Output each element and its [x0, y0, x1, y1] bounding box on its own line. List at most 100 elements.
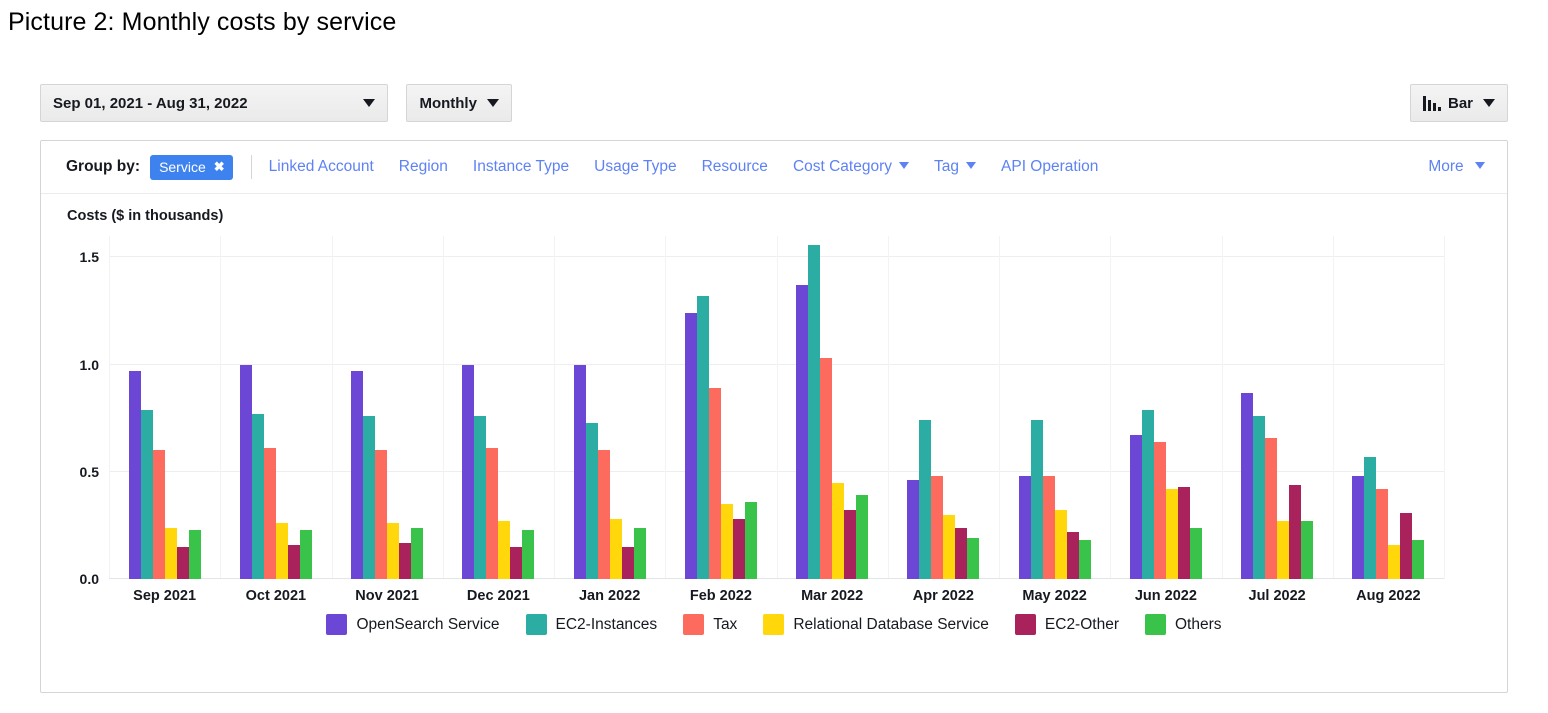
bar[interactable] [1364, 456, 1377, 579]
bar[interactable] [832, 482, 845, 579]
bar[interactable] [955, 527, 968, 579]
bar[interactable] [1253, 416, 1266, 579]
bar[interactable] [251, 413, 264, 579]
bar[interactable] [696, 296, 709, 579]
bar[interactable] [1277, 521, 1290, 579]
bar[interactable] [621, 546, 634, 579]
legend-item[interactable]: Tax [683, 614, 737, 635]
bar-chart: 0.0 0.5 1.0 1.5 Sep 2021 Oct 2021 Nov 2021 Dec… [80, 236, 1445, 604]
bar[interactable] [708, 388, 721, 579]
bar[interactable] [597, 450, 610, 579]
bar[interactable] [1129, 435, 1142, 579]
legend-item[interactable]: EC2-Other [1014, 614, 1119, 635]
page-title: Picture 2: Monthly costs by service [8, 8, 397, 36]
bar[interactable] [1265, 437, 1278, 579]
bar[interactable] [152, 450, 165, 579]
bar[interactable] [287, 544, 300, 579]
group-by-option[interactable]: API Operation [1001, 158, 1098, 175]
bar[interactable] [633, 527, 646, 579]
bar[interactable] [140, 409, 153, 579]
bar[interactable] [1153, 441, 1166, 579]
bar[interactable] [176, 546, 189, 579]
group-by-option[interactable]: Resource [702, 158, 768, 175]
bar[interactable] [796, 285, 809, 579]
bar[interactable] [1030, 420, 1043, 579]
bar[interactable] [128, 371, 141, 579]
group-by-chip-service[interactable]: Service ✖ [150, 154, 233, 180]
bar[interactable] [375, 450, 388, 579]
bar[interactable] [820, 358, 833, 579]
granularity-selector[interactable]: Monthly [406, 84, 512, 122]
bar[interactable] [1054, 510, 1067, 579]
bar[interactable] [275, 523, 288, 579]
bar[interactable] [907, 480, 920, 579]
bar[interactable] [498, 521, 511, 579]
legend-item[interactable]: OpenSearch Service [326, 614, 500, 635]
bar[interactable] [744, 501, 757, 579]
x-axis-tick-label: Feb 2022 [689, 588, 752, 604]
bar[interactable] [351, 371, 364, 579]
bar[interactable] [486, 448, 499, 579]
bar[interactable] [522, 529, 535, 579]
bar[interactable] [1066, 531, 1079, 579]
bar[interactable] [1352, 476, 1365, 579]
bar[interactable] [609, 518, 622, 579]
bar[interactable] [1376, 488, 1389, 579]
bar[interactable] [844, 510, 857, 579]
group-by-option[interactable]: Usage Type [594, 158, 676, 175]
bar-group: Jul 2022 [1222, 236, 1333, 604]
bar[interactable] [462, 364, 475, 579]
bar[interactable] [411, 527, 424, 579]
bar[interactable] [474, 416, 487, 579]
bar[interactable] [808, 244, 821, 579]
bar[interactable] [585, 422, 598, 579]
bar[interactable] [1165, 488, 1178, 579]
bar[interactable] [1289, 484, 1302, 579]
bar[interactable] [263, 448, 276, 579]
bar[interactable] [510, 546, 523, 579]
legend-item[interactable]: Others [1145, 614, 1222, 635]
bar[interactable] [967, 538, 980, 579]
bars [1241, 236, 1314, 579]
legend-item[interactable]: Relational Database Service [763, 614, 989, 635]
bar[interactable] [573, 364, 586, 579]
bar[interactable] [299, 529, 312, 579]
bar[interactable] [732, 518, 745, 579]
group-by-option[interactable]: Region [399, 158, 448, 175]
bar[interactable] [1189, 527, 1202, 579]
close-icon[interactable]: ✖ [214, 159, 225, 175]
bar[interactable] [164, 527, 177, 579]
group-by-option[interactable]: Linked Account [269, 158, 374, 175]
bar[interactable] [387, 523, 400, 579]
bar[interactable] [1042, 476, 1055, 579]
bars [239, 236, 312, 579]
bar[interactable] [1412, 540, 1425, 579]
group-by-option[interactable]: Cost Category [793, 158, 910, 175]
bar[interactable] [1388, 544, 1401, 579]
bar[interactable] [1078, 540, 1091, 579]
chevron-down-icon [966, 162, 977, 169]
bar[interactable] [399, 542, 412, 579]
bar[interactable] [919, 420, 932, 579]
bar[interactable] [684, 313, 697, 579]
chart-card: Group by: Service ✖ Linked Account Region… [40, 140, 1508, 693]
group-by-more[interactable]: More [1428, 158, 1485, 176]
bar[interactable] [1400, 512, 1413, 579]
bar[interactable] [1301, 521, 1314, 579]
bar[interactable] [856, 495, 869, 579]
group-by-option[interactable]: Instance Type [473, 158, 569, 175]
chart-type-selector[interactable]: Bar [1409, 84, 1508, 122]
bar[interactable] [720, 503, 733, 579]
bar[interactable] [1141, 409, 1154, 579]
bar[interactable] [1177, 486, 1190, 579]
bar[interactable] [239, 364, 252, 579]
group-by-option[interactable]: Tag [934, 158, 977, 175]
bar[interactable] [943, 514, 956, 579]
bar[interactable] [188, 529, 201, 579]
legend-item[interactable]: EC2-Instances [525, 614, 657, 635]
bar[interactable] [1018, 476, 1031, 579]
date-range-selector[interactable]: Sep 01, 2021 - Aug 31, 2022 [40, 84, 388, 122]
bar[interactable] [1241, 392, 1254, 579]
bar[interactable] [931, 476, 944, 579]
bar[interactable] [363, 416, 376, 579]
